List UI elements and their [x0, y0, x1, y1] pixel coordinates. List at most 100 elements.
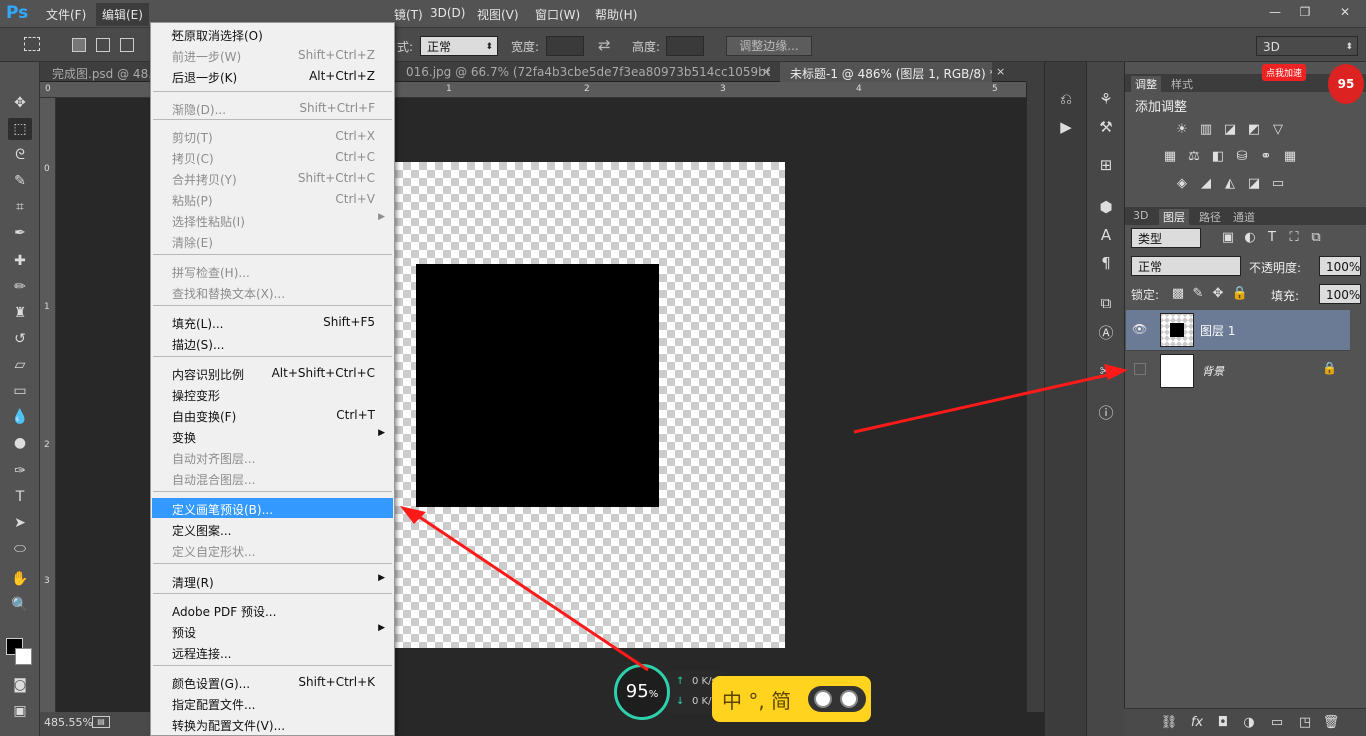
lock-pixels-icon[interactable]: ✎ [1189, 286, 1207, 302]
crop-tool-icon[interactable]: ⌗ [8, 196, 32, 218]
menu-item-24[interactable]: Adobe PDF 预设... [152, 600, 393, 620]
pixel-filter-icon[interactable]: ▣ [1219, 230, 1237, 246]
zoom-level[interactable]: 485.55% [44, 716, 93, 729]
screen-mode-icon[interactable]: ▣ [8, 700, 32, 722]
shape-filter-icon[interactable]: ⛶ [1285, 230, 1303, 246]
menu-item-22[interactable]: 定义自定形状... [152, 540, 393, 560]
subtract-selection-icon[interactable] [120, 38, 134, 52]
tab-styles[interactable]: 样式 [1171, 76, 1193, 92]
adjust-filter-icon[interactable]: ◐ [1241, 230, 1259, 246]
tool-preset-icon[interactable]: ✂ [1094, 360, 1118, 382]
menu-item-9[interactable]: 清除(E) [152, 231, 393, 251]
menu-item-6[interactable]: 合并拷贝(Y) Shift+Ctrl+C [152, 168, 393, 188]
pen-tool-icon[interactable]: ✑ [8, 460, 32, 482]
refine-edge-button[interactable]: 调整边缘... [726, 36, 812, 56]
link-icon[interactable]: ⛓ [1160, 715, 1178, 731]
layer-name[interactable]: 背景 [1202, 363, 1224, 379]
quick-mask-icon[interactable]: ◙ [8, 674, 32, 696]
smart-filter-icon[interactable]: ⧉ [1307, 230, 1325, 246]
eye-icon[interactable]: 👁 [1132, 322, 1147, 336]
menu-item-1[interactable]: 前进一步(W) Shift+Ctrl+Z [152, 45, 393, 65]
threshold-icon[interactable]: ◭ [1221, 176, 1239, 192]
menu-item-16[interactable]: 自由变换(F) Ctrl+T [152, 405, 393, 425]
dodge-tool-icon[interactable]: ● [8, 432, 32, 454]
menu-item-15[interactable]: 操控变形 [152, 384, 393, 404]
color-balance-icon[interactable]: ⚖ [1185, 149, 1203, 165]
character-icon[interactable]: A [1094, 224, 1118, 246]
menu-item-18[interactable]: 自动对齐图层... [152, 447, 393, 467]
close-tab-icon[interactable]: × [762, 65, 771, 78]
vertical-scrollbar[interactable] [1026, 82, 1044, 712]
menu-edit[interactable]: 编辑(E) [96, 3, 149, 26]
menu-item-25[interactable]: 预设 ▶ [152, 621, 393, 641]
tab-document-1[interactable]: 完成图.psd @ 48.5 [42, 62, 150, 82]
lock-position-icon[interactable]: ✥ [1209, 286, 1227, 302]
menu-item-7[interactable]: 粘贴(P) Ctrl+V [152, 189, 393, 209]
fx-icon[interactable]: fx [1188, 715, 1206, 731]
menu-filter[interactable]: 镜(T) [394, 6, 423, 23]
healing-tool-icon[interactable]: ✚ [8, 250, 32, 272]
close-button[interactable]: ✕ [1326, 3, 1364, 21]
workspace-select[interactable]: 3D ⬍ [1256, 36, 1358, 56]
layer-row-background[interactable]: 背景 🔒 [1126, 350, 1350, 390]
brush-settings-icon[interactable]: ⚒ [1094, 116, 1118, 138]
blend-mode-select[interactable]: 正常 [1131, 256, 1241, 276]
gradient-map-icon[interactable]: ▭ [1269, 176, 1287, 192]
swap-icon[interactable]: ⇄ [598, 36, 611, 54]
channel-mixer-icon[interactable]: ⚭ [1257, 149, 1275, 165]
lock-all-icon[interactable]: 🔒 [1231, 286, 1249, 302]
adjustment-layer-icon[interactable]: ◑ [1240, 715, 1258, 731]
paragraph-icon[interactable]: ¶ [1094, 252, 1118, 274]
menu-item-20[interactable]: 定义画笔预设(B)... [152, 498, 393, 518]
tab-3d[interactable]: 3D [1133, 209, 1148, 222]
new-selection-icon[interactable] [72, 38, 86, 52]
color-lookup-icon[interactable]: ▦ [1281, 149, 1299, 165]
invert-icon[interactable]: ◈ [1173, 176, 1191, 192]
zoom-tool-icon[interactable]: 🔍 [8, 594, 32, 616]
type-tool-icon[interactable]: T [8, 486, 32, 508]
tab-adjustments[interactable]: 调整 [1131, 76, 1161, 92]
type-filter-icon[interactable]: T [1263, 230, 1281, 246]
menu-item-8[interactable]: 选择性粘贴(I) ▶ [152, 210, 393, 230]
tab-paths[interactable]: 路径 [1199, 209, 1221, 225]
history-icon[interactable]: ⎌ [1054, 88, 1078, 110]
tab-channels[interactable]: 通道 [1233, 209, 1255, 225]
menu-item-5[interactable]: 拷贝(C) Ctrl+C [152, 147, 393, 167]
menu-item-11[interactable]: 查找和替换文本(X)... [152, 282, 393, 302]
info-icon[interactable]: ⓘ [1094, 402, 1118, 424]
menu-window[interactable]: 窗口(W) [535, 6, 580, 23]
close-tab-icon[interactable]: × [996, 65, 1005, 78]
opacity-input[interactable]: 100% [1319, 256, 1361, 276]
menu-item-27[interactable]: 颜色设置(G)... Shift+Ctrl+K [152, 672, 393, 692]
memory-meter[interactable]: 95% [614, 664, 670, 720]
3d-icon[interactable]: ⬢ [1094, 196, 1118, 218]
panel-collapse-handle[interactable] [1026, 62, 1044, 82]
trash-icon[interactable]: 🗑 [1322, 715, 1340, 731]
new-layer-icon[interactable]: ◳ [1296, 715, 1314, 731]
menu-item-21[interactable]: 定义图案... [152, 519, 393, 539]
blur-tool-icon[interactable]: 💧 [8, 406, 32, 428]
layer-name[interactable]: 图层 1 [1200, 322, 1235, 339]
add-selection-icon[interactable] [96, 38, 110, 52]
gradient-tool-icon[interactable]: ▭ [8, 380, 32, 402]
filter-kind-select[interactable]: 类型 [1131, 228, 1201, 248]
ime-status[interactable]: 中 °, 简 [722, 685, 791, 714]
menu-item-2[interactable]: 后退一步(K) Alt+Ctrl+Z [152, 66, 393, 86]
style-select[interactable]: 正常 ⬍ [420, 36, 498, 56]
menu-item-12[interactable]: 填充(L)... Shift+F5 [152, 312, 393, 332]
menu-item-14[interactable]: 内容识别比例 Alt+Shift+Ctrl+C [152, 363, 393, 383]
hue-sat-icon[interactable]: ▦ [1161, 149, 1179, 165]
menu-item-28[interactable]: 指定配置文件... [152, 693, 393, 713]
tab-layers[interactable]: 图层 [1159, 209, 1189, 225]
levels-icon[interactable]: ▥ [1197, 122, 1215, 138]
height-input[interactable] [666, 36, 704, 56]
accelerate-badge[interactable]: 点我加速 95 [1262, 62, 1366, 108]
width-input[interactable] [546, 36, 584, 56]
marquee-tool-icon[interactable]: ⬚ [8, 118, 32, 140]
brush-tool-icon[interactable]: ✏ [8, 276, 32, 298]
tab-document-2[interactable]: 016.jpg @ 66.7% (72fa4b3cbe5de7f3ea80973… [396, 62, 770, 82]
exposure-icon[interactable]: ◩ [1245, 122, 1263, 138]
curves-icon[interactable]: ◪ [1221, 122, 1239, 138]
menu-3d[interactable]: 3D(D) [430, 6, 465, 20]
visibility-toggle[interactable] [1134, 363, 1146, 375]
